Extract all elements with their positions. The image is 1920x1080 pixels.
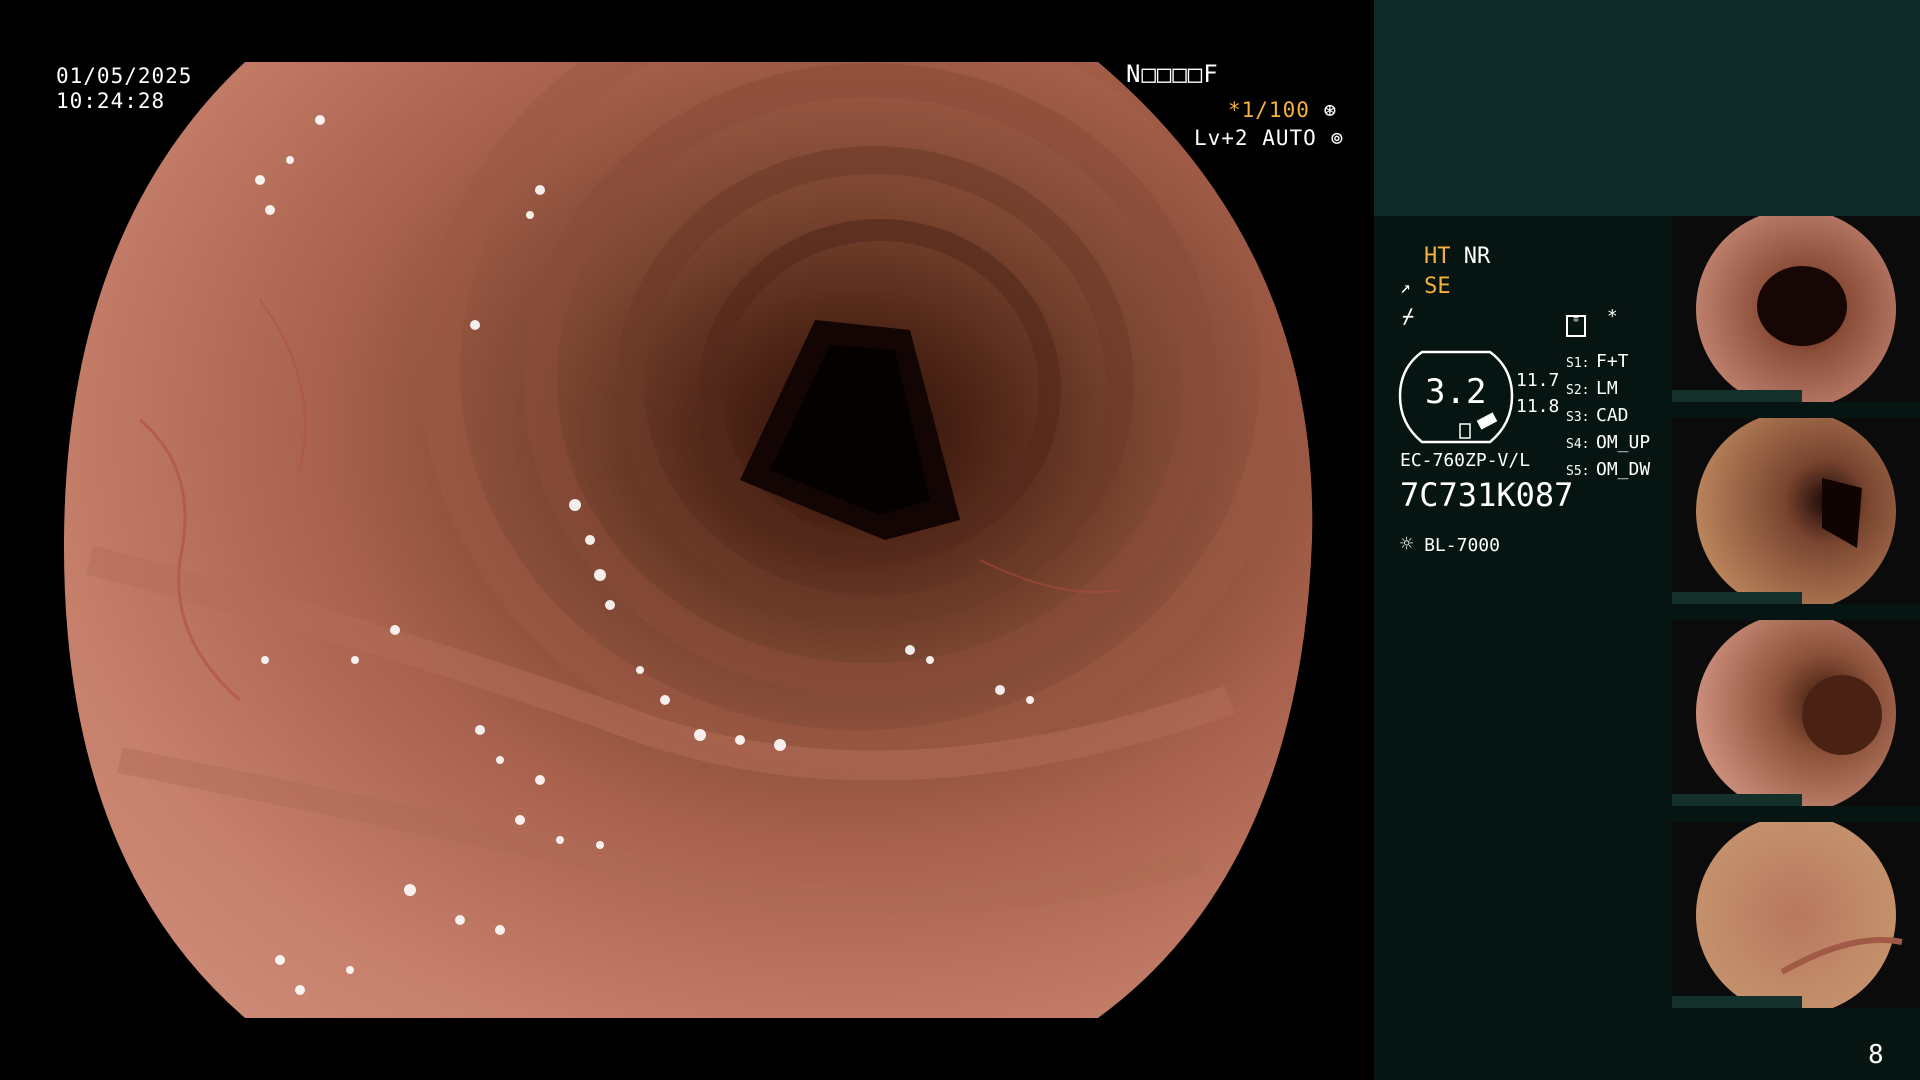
shutter-speed: *1/100 ⊛ [1228, 98, 1337, 123]
scope-model: EC-760ZP-V/L [1400, 450, 1531, 471]
iris-icon: ⊚ [1330, 126, 1345, 150]
exam-time: 10:24:28 [56, 89, 166, 113]
switch-key: S2: [1566, 383, 1590, 398]
switch-value: F+T [1596, 351, 1629, 372]
gauge-lower: 11.8 [1516, 396, 1560, 417]
se-icon: ↗ [1400, 277, 1411, 298]
se-label: SE [1424, 274, 1451, 299]
switch-assignments: S1: F+T S2: LM S3: CAD S4: OM_UP S5: OM_DW [1566, 349, 1650, 484]
thumbnail-capture-2[interactable] [1672, 418, 1920, 604]
exam-date: 01/05/2025 [56, 64, 193, 88]
brightness-level: Lv+2 AUTO ⊚ [1194, 126, 1344, 151]
light-bulb-icon: ☼ [1400, 532, 1414, 557]
thumbnail-capture-1[interactable] [1672, 216, 1920, 402]
se-flag: ↗ SE [1400, 274, 1451, 299]
mode-flags: HT NR [1424, 244, 1490, 269]
light-source: ☼ BL-7000 [1400, 532, 1500, 557]
image-count: 8 [1868, 1040, 1884, 1070]
nr-flag: NR [1463, 244, 1491, 269]
capture-status: ≡ * [1566, 306, 1618, 337]
mode-code: N□□□□F [1126, 60, 1219, 88]
thumbnail-capture-3[interactable] [1672, 620, 1920, 806]
switch-value: OM_UP [1596, 432, 1651, 453]
ht-flag: HT [1424, 244, 1451, 269]
memory-icon: ≡ [1566, 315, 1586, 337]
freeze-icon: ⌿ [1402, 304, 1415, 328]
gauge-value: 3.2 [1425, 372, 1487, 412]
info-panel-header [1374, 0, 1920, 216]
shutter-icon: ⊛ [1323, 98, 1338, 122]
switch-key: S1: [1566, 356, 1590, 371]
light-source-label: BL-7000 [1424, 535, 1500, 556]
shutter-label: *1/100 [1228, 98, 1310, 122]
switch-value: LM [1596, 378, 1618, 399]
gauge-upper: 11.7 [1516, 370, 1560, 391]
switch-row: S5: OM_DW [1566, 457, 1650, 484]
asterisk-indicator: * [1606, 306, 1618, 327]
thumbnail-capture-4[interactable] [1672, 822, 1920, 1008]
scope-serial: 7C731K087 [1400, 476, 1574, 514]
switch-key: S4: [1566, 437, 1590, 452]
level-label: Lv+2 AUTO [1194, 126, 1317, 150]
switch-row: S1: F+T [1566, 349, 1650, 376]
switch-row: S2: LM [1566, 376, 1650, 403]
switch-row: S3: CAD [1566, 403, 1650, 430]
switch-key: S3: [1566, 410, 1590, 425]
switch-row: S4: OM_UP [1566, 430, 1650, 457]
switch-value: OM_DW [1596, 459, 1651, 480]
colon-lumen-image [63, 62, 1313, 1018]
endoscope-view: 01/05/2025 10:24:28 N□□□□F *1/100 ⊛ Lv+2… [0, 0, 1374, 1080]
switch-value: CAD [1596, 405, 1629, 426]
